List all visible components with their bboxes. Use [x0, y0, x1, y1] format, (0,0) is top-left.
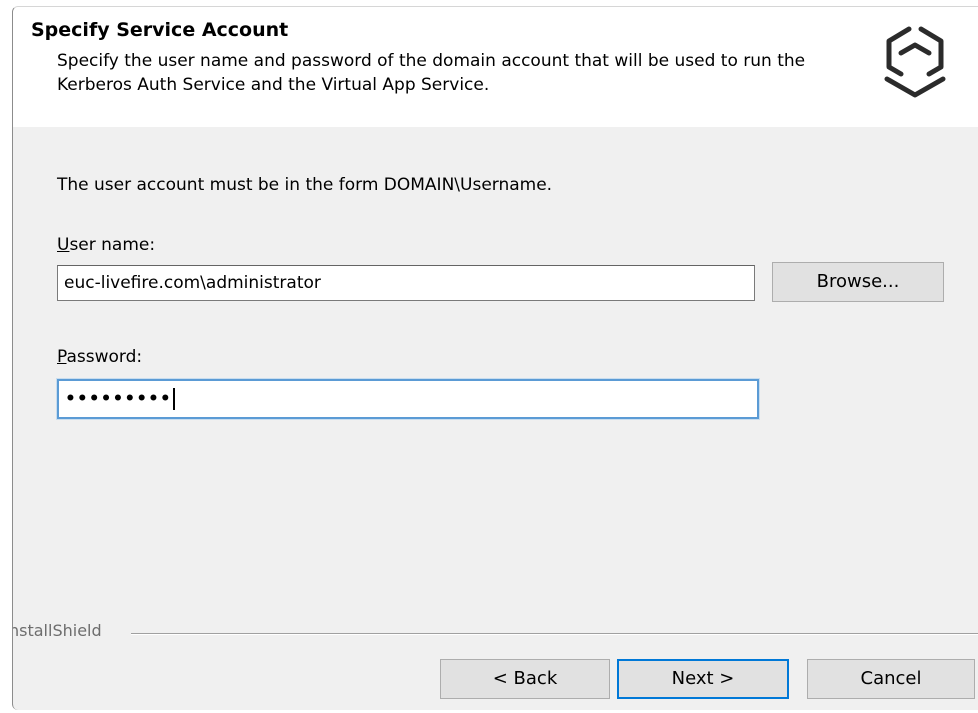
page-title: Specify Service Account — [31, 19, 289, 41]
next-button[interactable]: Next > — [617, 659, 789, 699]
password-label: Password: — [57, 347, 142, 367]
username-label: User name: — [57, 235, 155, 255]
password-input[interactable]: ••••••••• — [56, 378, 760, 420]
account-format-instruction: The user account must be in the form DOM… — [57, 175, 553, 195]
username-input[interactable]: euc-livefire.com\administrator — [57, 265, 755, 301]
wizard-header: Specify Service Account Specify the user… — [13, 7, 978, 127]
password-mnemonic: P — [57, 347, 67, 367]
install-wizard-dialog: Specify Service Account Specify the user… — [12, 6, 978, 710]
installshield-brand: nstallShield — [12, 621, 102, 640]
password-masked-value: ••••••••• — [65, 389, 172, 409]
hexagon-logo-icon — [884, 26, 946, 98]
cancel-button[interactable]: Cancel — [807, 659, 975, 699]
footer-divider — [131, 633, 978, 635]
password-label-text: assword: — [66, 347, 143, 367]
text-caret — [172, 388, 175, 410]
username-mnemonic: U — [57, 235, 70, 255]
back-button[interactable]: < Back — [440, 659, 610, 699]
username-label-text: ser name: — [69, 235, 156, 255]
browse-button[interactable]: Browse... — [772, 262, 944, 302]
page-description: Specify the user name and password of th… — [57, 51, 806, 95]
